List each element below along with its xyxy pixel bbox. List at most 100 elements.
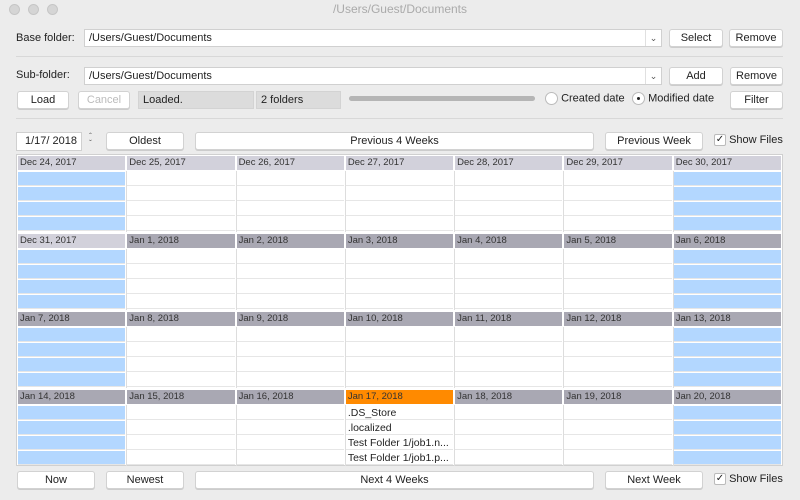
day-cell[interactable] [18, 265, 126, 279]
day-cell[interactable] [345, 328, 454, 342]
day-cell[interactable] [18, 373, 126, 387]
day-cell[interactable] [127, 358, 235, 372]
base-remove-button[interactable]: Remove [729, 29, 783, 47]
date-field[interactable]: 1/17/ 2018 [16, 132, 82, 151]
sub-remove-button[interactable]: Remove [730, 67, 783, 85]
day-cell[interactable] [236, 172, 344, 186]
day-cell[interactable] [18, 280, 126, 294]
day-cell[interactable] [236, 328, 344, 342]
day-cell[interactable] [564, 436, 672, 450]
day-cell[interactable] [18, 250, 126, 264]
day-cell[interactable] [564, 343, 672, 357]
day-cell[interactable] [18, 217, 126, 231]
filter-button[interactable]: Filter [730, 91, 783, 109]
day-cell[interactable] [455, 295, 563, 309]
file-item[interactable]: Test Folder 1/job1.p... [345, 451, 454, 465]
day-cell[interactable] [236, 217, 344, 231]
day-cell[interactable] [345, 373, 454, 387]
day-cell[interactable] [564, 265, 672, 279]
day-cell[interactable] [673, 280, 781, 294]
minimize-button[interactable] [28, 4, 39, 15]
day-cell[interactable] [673, 187, 781, 201]
day-cell[interactable] [673, 451, 781, 465]
day-cell[interactable] [127, 250, 235, 264]
day-cell[interactable] [455, 358, 563, 372]
show-files-checkbox-top[interactable]: ✓ Show Files [714, 134, 783, 147]
day-cell[interactable] [18, 436, 126, 450]
base-folder-combo[interactable]: /Users/Guest/Documents ⌄ [84, 29, 662, 47]
date-stepper[interactable]: ˆˇ [86, 133, 95, 149]
radio-icon[interactable] [545, 92, 558, 105]
day-cell[interactable] [236, 451, 344, 465]
day-cell[interactable] [345, 187, 454, 201]
day-cell[interactable] [564, 250, 672, 264]
day-cell[interactable] [455, 451, 563, 465]
day-cell[interactable] [345, 202, 454, 216]
previous-4-weeks-button[interactable]: Previous 4 Weeks [195, 132, 594, 150]
day-cell[interactable] [345, 172, 454, 186]
previous-week-button[interactable]: Previous Week [605, 132, 703, 150]
day-cell[interactable] [455, 187, 563, 201]
day-cell[interactable] [673, 328, 781, 342]
cancel-button[interactable]: Cancel [78, 91, 130, 109]
day-cell[interactable] [127, 436, 235, 450]
day-cell[interactable] [127, 451, 235, 465]
modified-date-radio[interactable]: Modified date [632, 92, 714, 105]
next-4-weeks-button[interactable]: Next 4 Weeks [195, 471, 594, 489]
day-cell[interactable] [564, 328, 672, 342]
day-cell[interactable] [673, 217, 781, 231]
day-cell[interactable] [673, 265, 781, 279]
day-cell[interactable] [564, 295, 672, 309]
calendar-grid[interactable]: Dec 24, 2017 Dec 25, 2017 Dec 26, 2017 Dec … [16, 154, 783, 466]
day-cell[interactable] [673, 436, 781, 450]
chevron-down-icon[interactable]: ⌄ [645, 68, 661, 84]
chevron-down-icon[interactable]: ⌄ [645, 30, 661, 46]
day-cell[interactable] [564, 451, 672, 465]
day-cell[interactable] [455, 217, 563, 231]
day-cell[interactable] [236, 436, 344, 450]
day-cell[interactable] [236, 187, 344, 201]
day-cell[interactable] [455, 373, 563, 387]
day-cell[interactable] [236, 295, 344, 309]
day-cell[interactable] [18, 406, 126, 420]
day-cell[interactable] [236, 202, 344, 216]
day-cell[interactable] [18, 172, 126, 186]
day-cell[interactable] [236, 358, 344, 372]
day-cell[interactable] [564, 406, 672, 420]
day-cell[interactable] [236, 250, 344, 264]
day-cell[interactable] [127, 172, 235, 186]
day-cell[interactable] [564, 373, 672, 387]
day-cell[interactable] [127, 265, 235, 279]
day-cell[interactable] [127, 343, 235, 357]
show-files-checkbox-bottom[interactable]: ✓ Show Files [714, 473, 783, 486]
day-cell[interactable] [673, 172, 781, 186]
day-cell[interactable] [564, 421, 672, 435]
day-cell[interactable] [236, 421, 344, 435]
window-controls[interactable] [9, 4, 58, 15]
day-cell[interactable] [673, 202, 781, 216]
day-cell[interactable] [455, 172, 563, 186]
day-cell[interactable] [564, 217, 672, 231]
day-cell[interactable] [18, 421, 126, 435]
day-cell[interactable] [564, 187, 672, 201]
day-cell[interactable] [127, 421, 235, 435]
day-cell[interactable] [18, 358, 126, 372]
day-cell[interactable] [673, 343, 781, 357]
day-cell[interactable] [18, 328, 126, 342]
day-cell[interactable] [18, 343, 126, 357]
day-cell[interactable] [673, 295, 781, 309]
file-item[interactable]: .localized [345, 421, 454, 435]
day-cell[interactable] [18, 451, 126, 465]
day-cell[interactable] [127, 187, 235, 201]
add-button[interactable]: Add [669, 67, 723, 85]
day-cell[interactable] [455, 265, 563, 279]
day-cell[interactable] [673, 373, 781, 387]
day-cell[interactable] [455, 421, 563, 435]
day-cell[interactable] [564, 280, 672, 294]
day-cell[interactable] [455, 436, 563, 450]
day-cell[interactable] [236, 265, 344, 279]
day-cell[interactable] [345, 343, 454, 357]
newest-button[interactable]: Newest [106, 471, 184, 489]
day-cell[interactable] [236, 343, 344, 357]
checkmark-icon[interactable]: ✓ [714, 473, 726, 486]
